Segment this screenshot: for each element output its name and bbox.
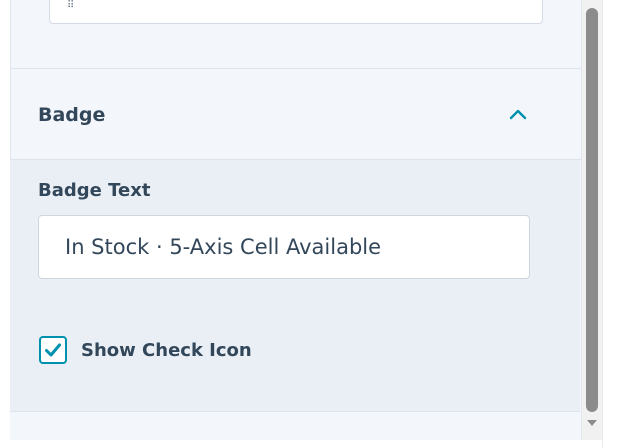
show-check-icon-label: Show Check Icon xyxy=(81,339,252,361)
previous-section: ⠿ xyxy=(11,0,581,69)
resize-grip-icon[interactable]: ⠿ xyxy=(67,1,75,11)
right-gutter xyxy=(602,0,622,448)
next-section xyxy=(10,412,580,440)
show-check-icon-checkbox[interactable]: Show Check Icon xyxy=(39,334,252,366)
badge-text-label: Badge Text xyxy=(38,180,151,201)
scroll-down-arrow-icon[interactable] xyxy=(586,418,598,428)
previous-textarea[interactable]: ⠿ xyxy=(49,0,543,24)
checkbox-box[interactable] xyxy=(39,336,67,364)
editor-frame: ⠿ Badge Badge Text Show Check Icon xyxy=(0,0,622,448)
check-icon xyxy=(45,343,61,357)
badge-text-input[interactable] xyxy=(38,215,530,279)
scrollbar-thumb[interactable] xyxy=(586,8,598,412)
chevron-up-icon[interactable] xyxy=(507,103,529,125)
badge-section-title: Badge xyxy=(38,104,106,126)
